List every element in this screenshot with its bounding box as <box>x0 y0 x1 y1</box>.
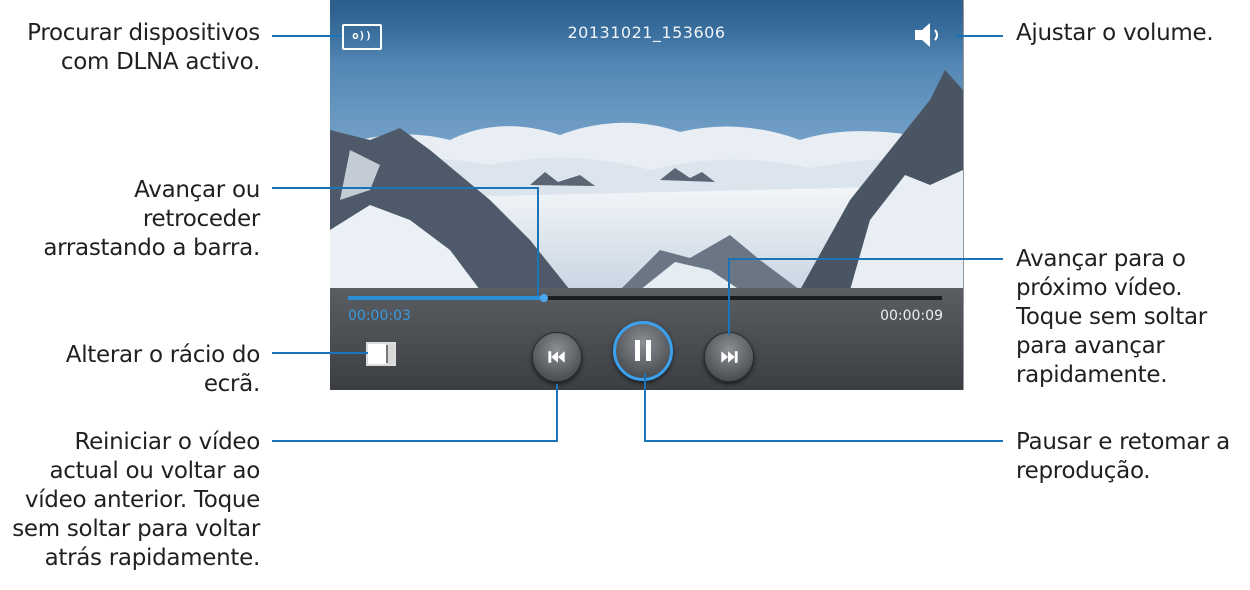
speaker-volume-icon[interactable] <box>912 20 948 50</box>
seek-progress <box>348 296 545 300</box>
callout-line: sem soltar para voltar <box>12 516 260 542</box>
callout-ratio: Alterar o rácio do ecrã. <box>65 341 261 399</box>
leader-line-prev <box>272 384 558 442</box>
callout-line: com DLNA activo. <box>60 49 260 75</box>
callout-volume: Ajustar o volume. <box>1016 19 1214 48</box>
previous-button[interactable] <box>532 332 582 382</box>
skip-next-icon <box>721 351 738 363</box>
callout-line: próximo vídeo. <box>1016 275 1183 301</box>
pause-button[interactable] <box>613 321 673 381</box>
callout-prev: Reiniciar o vídeo actual ou voltar ao ví… <box>12 428 260 573</box>
callout-line: vídeo anterior. Toque <box>24 487 260 513</box>
callout-line: arrastando a barra. <box>43 235 260 261</box>
callout-line: Avançar para o <box>1016 246 1186 272</box>
callout-seek: Avançar ou retroceder arrastando a barra… <box>43 176 260 263</box>
callout-line: Reiniciar o vídeo <box>74 429 261 455</box>
callout-line: rapidamente. <box>1016 362 1168 388</box>
skip-previous-icon <box>548 351 565 363</box>
callout-line: Toque sem soltar <box>1016 304 1207 330</box>
callout-line: reprodução. <box>1016 458 1151 484</box>
callout-next: Avançar para o próximo vídeo. Toque sem … <box>1016 245 1207 390</box>
aspect-ratio-icon[interactable] <box>366 342 396 366</box>
callout-line: Ajustar o volume. <box>1016 20 1214 46</box>
video-title: 20131021_153606 <box>567 23 726 42</box>
callout-line: retroceder <box>142 206 260 232</box>
callout-line: ecrã. <box>203 371 260 397</box>
callout-line: atrás rapidamente. <box>44 545 261 571</box>
callout-line: Alterar o rácio do <box>65 342 261 368</box>
controls-panel: 00:00:03 00:00:09 <box>330 288 963 390</box>
callout-dlna: Procurar dispositivos com DLNA activo. <box>27 19 260 77</box>
pause-icon <box>635 340 651 361</box>
total-time: 00:00:09 <box>880 308 943 324</box>
callout-line: Procurar dispositivos <box>27 20 260 46</box>
callout-line: Avançar ou <box>134 177 260 203</box>
current-time: 00:00:03 <box>348 308 411 324</box>
seek-handle[interactable] <box>540 294 549 302</box>
next-button[interactable] <box>704 332 754 382</box>
callout-line: actual ou voltar ao <box>49 458 260 484</box>
callout-line: para avançar <box>1016 333 1165 359</box>
callout-line: Pausar e retomar a <box>1016 429 1230 455</box>
video-player: o)) 20131021_153606 00:00:03 00:00:09 <box>330 0 964 390</box>
callout-pause: Pausar e retomar a reprodução. <box>1016 428 1230 486</box>
seek-bar[interactable] <box>348 294 942 302</box>
